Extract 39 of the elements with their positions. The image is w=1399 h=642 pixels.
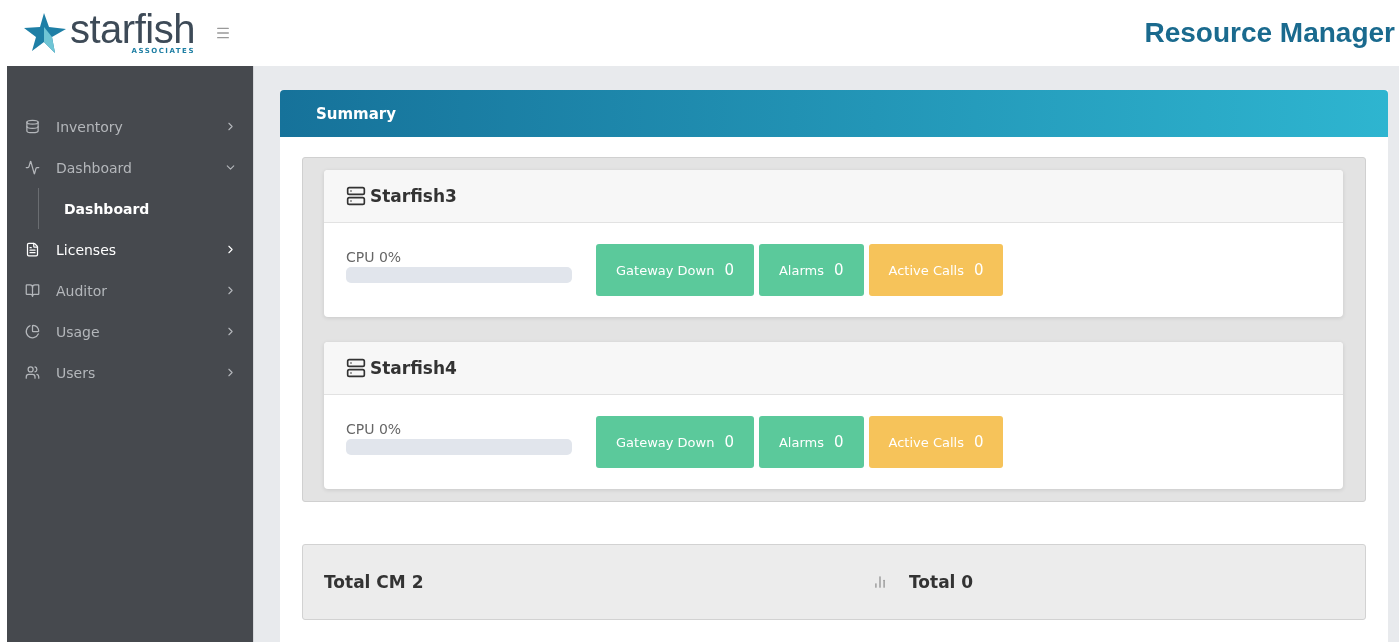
cpu-label: CPU 0% <box>346 249 403 265</box>
stat-value: 0 <box>724 433 734 451</box>
pulse-icon <box>25 160 40 175</box>
total-count: Total 0 <box>909 572 974 592</box>
summary-header: Summary <box>280 90 1388 137</box>
users-icon <box>25 365 40 380</box>
sidebar-subitem[interactable]: Dashboard <box>39 192 253 225</box>
stat-label: Gateway Down <box>616 434 715 450</box>
stat-label: Active Calls <box>888 434 964 450</box>
pie-chart-icon <box>25 324 40 339</box>
stat-label: Alarms <box>778 434 824 450</box>
sidebar-item[interactable]: Usage <box>7 311 253 352</box>
page-title: Resource Manager <box>1144 17 1395 49</box>
database-icon <box>25 119 40 134</box>
sidebar-item[interactable]: Users <box>7 352 253 393</box>
stat-label: Gateway Down <box>616 262 715 278</box>
sidebar-item[interactable]: Inventory <box>7 106 253 147</box>
stat-value: 0 <box>973 261 984 279</box>
server-icon <box>346 358 366 378</box>
sidebar-item[interactable]: Licenses <box>7 229 253 270</box>
total-cm: Total CM 2 <box>324 572 425 592</box>
stat-value: 0 <box>973 433 984 451</box>
sidebar-item[interactable]: Auditor <box>7 270 253 311</box>
stat-label: Alarms <box>778 262 824 278</box>
stat-value: 0 <box>724 261 734 279</box>
stat-value: 0 <box>834 433 844 451</box>
bar-chart-icon <box>873 575 887 589</box>
document-icon <box>25 242 40 257</box>
sidebar-item[interactable]: Dashboard <box>7 147 253 188</box>
menu-icon[interactable] <box>214 25 231 41</box>
stat-value: 0 <box>834 261 844 279</box>
server-icon <box>346 186 366 206</box>
server-name: Starfish4 <box>370 358 457 378</box>
book-icon <box>25 283 40 298</box>
starfish-logo-icon <box>22 11 68 55</box>
stat-label: Active Calls <box>888 262 964 278</box>
server-name: Starfish3 <box>370 186 457 206</box>
logo-text: starfish <box>70 11 195 47</box>
cpu-label: CPU 0% <box>346 421 403 437</box>
